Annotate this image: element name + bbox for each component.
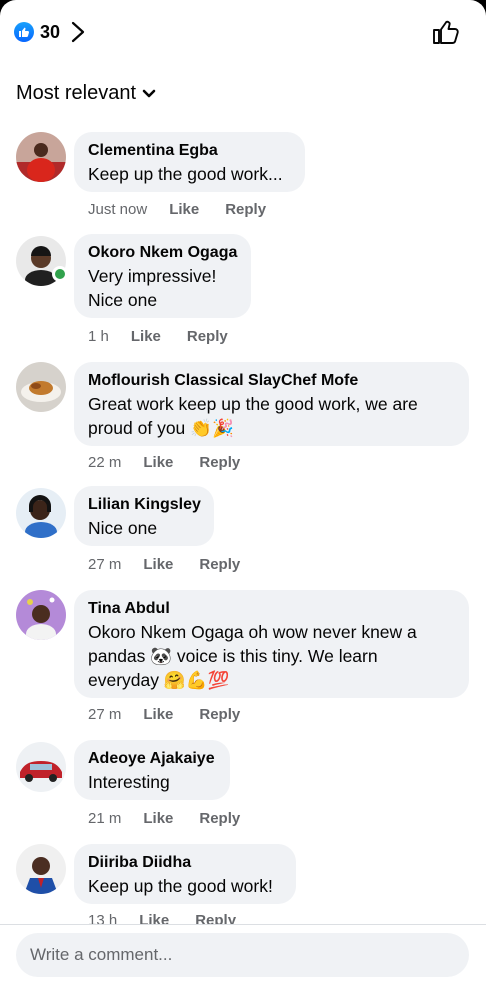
avatar[interactable] <box>16 362 66 412</box>
comment-text: Interesting <box>88 772 170 792</box>
comment-composer: Write a comment... <box>0 924 486 985</box>
comment-reply-button[interactable]: Reply <box>199 556 240 573</box>
comment-text: Keep up the good work... <box>88 164 283 184</box>
comment-author[interactable]: Diiriba Diidha <box>88 852 282 874</box>
comment-time: 1 h <box>88 328 109 345</box>
comment-like-button[interactable]: Like <box>143 556 173 573</box>
comment-like-button[interactable]: Like <box>143 706 173 723</box>
avatar[interactable] <box>16 590 66 640</box>
comment-author[interactable]: Adeoye Ajakaiye <box>88 748 216 770</box>
comments-sheet: 30 Most relevant Clementina Egba Keep up… <box>0 0 486 985</box>
comment-actions: 1 h Like Reply <box>88 328 228 345</box>
like-button-icon[interactable] <box>432 18 460 46</box>
comment-reply-button[interactable]: Reply <box>199 706 240 723</box>
comment-reply-button[interactable]: Reply <box>187 328 228 345</box>
avatar[interactable] <box>16 488 66 538</box>
comment-actions: 21 m Like Reply <box>88 810 240 827</box>
comment-like-button[interactable]: Like <box>131 328 161 345</box>
avatar[interactable] <box>16 844 66 894</box>
comment-text: Keep up the good work! <box>88 876 273 896</box>
comment-reply-button[interactable]: Reply <box>199 454 240 471</box>
comment-text-line: everyday 🤗💪💯 <box>88 670 230 690</box>
comment-bubble: Lilian Kingsley Nice one <box>74 486 214 546</box>
online-status-indicator <box>52 266 68 282</box>
sort-label: Most relevant <box>16 82 137 104</box>
comment-author[interactable]: Moflourish Classical SlayChef Mofe <box>88 370 455 392</box>
reactions-summary[interactable]: 30 <box>14 20 88 44</box>
comment-time: 27 m <box>88 556 122 573</box>
comment-bubble: Adeoye Ajakaiye Interesting <box>74 740 230 800</box>
comments-list: Clementina Egba Keep up the good work...… <box>0 128 486 924</box>
avatar[interactable] <box>16 742 66 792</box>
comment-reply-button[interactable]: Reply <box>225 201 266 218</box>
comment-actions: 22 m Like Reply <box>88 454 240 471</box>
comment-time: 21 m <box>88 810 122 827</box>
comment-time: 27 m <box>88 706 122 723</box>
comment-bubble: Moflourish Classical SlayChef Mofe Great… <box>74 362 469 446</box>
comment-author[interactable]: Clementina Egba <box>88 140 291 162</box>
comment-bubble: Tina Abdul Okoro Nkem Ogaga oh wow never… <box>74 590 469 698</box>
comment-like-button[interactable]: Like <box>143 810 173 827</box>
comment-author[interactable]: Lilian Kingsley <box>88 494 201 516</box>
comment-time: Just now <box>88 201 148 218</box>
like-reaction-icon <box>14 22 34 42</box>
comment-author[interactable]: Tina Abdul <box>88 598 455 620</box>
comment-bubble: Diiriba Diidha Keep up the good work! <box>74 844 296 904</box>
sort-dropdown[interactable]: Most relevant <box>16 82 156 105</box>
comment-like-button[interactable]: Like <box>139 912 169 924</box>
comment-time: 22 m <box>88 454 122 471</box>
comment-actions: 27 m Like Reply <box>88 706 240 723</box>
comment-like-button[interactable]: Like <box>169 201 199 218</box>
reactions-header: 30 <box>0 0 486 64</box>
comment-time: 13 h <box>88 912 118 924</box>
comment-bubble: Clementina Egba Keep up the good work... <box>74 132 305 192</box>
comment-text-line: Very impressive! <box>88 266 217 286</box>
chevron-right-icon <box>71 21 85 43</box>
comment-bubble: Okoro Nkem Ogaga Very impressive! Nice o… <box>74 234 251 318</box>
reaction-count: 30 <box>40 21 61 42</box>
comment-text-line: pandas 🐼 voice is this tiny. We learn <box>88 646 378 666</box>
avatar[interactable] <box>16 132 66 182</box>
comment-reply-button[interactable]: Reply <box>199 810 240 827</box>
comment-author[interactable]: Okoro Nkem Ogaga <box>88 242 237 264</box>
comment-actions: 27 m Like Reply <box>88 556 240 573</box>
comment-text: Nice one <box>88 518 158 538</box>
chevron-down-icon <box>142 89 156 97</box>
comment-like-button[interactable]: Like <box>143 454 173 471</box>
comment-actions: Just now Like Reply <box>88 201 266 218</box>
comment-text-line: Nice one <box>88 290 158 310</box>
comment-actions: 13 h Like Reply <box>88 912 236 924</box>
comment-text-line: Great work keep up the good work, we are <box>88 394 418 414</box>
comment-text-line: proud of you 👏🎉 <box>88 418 234 438</box>
comment-reply-button[interactable]: Reply <box>195 912 236 924</box>
comment-text-line: Okoro Nkem Ogaga oh wow never knew a <box>88 622 417 642</box>
comment-input[interactable]: Write a comment... <box>16 933 469 977</box>
